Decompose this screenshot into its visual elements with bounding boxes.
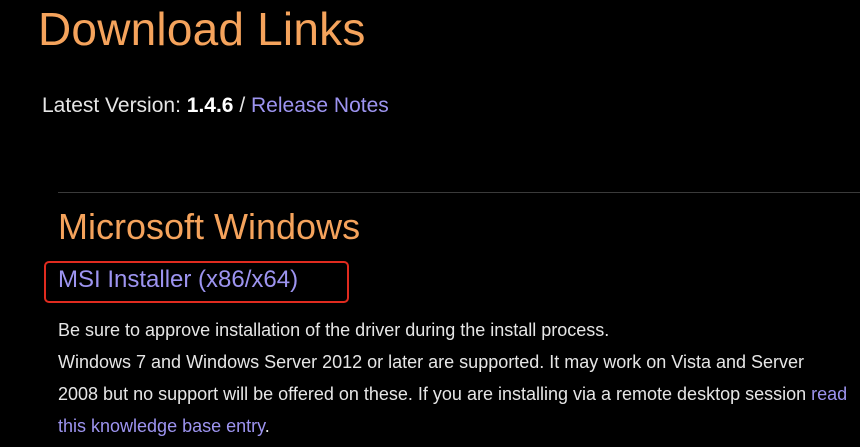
driver-approval-note: Be sure to approve installation of the d…	[58, 320, 610, 340]
windows-section-title: Microsoft Windows	[58, 206, 361, 247]
version-separator: /	[239, 94, 246, 117]
version-number: 1.4.6	[186, 94, 234, 117]
msi-installer-link[interactable]: MSI Installer (x86/x64)	[58, 266, 298, 294]
compatibility-text: Windows 7 and Windows Server 2012 or lat…	[58, 352, 812, 404]
section-divider	[58, 192, 860, 193]
version-label: Latest Version:	[42, 94, 181, 117]
page-title: Download Links	[38, 3, 366, 55]
compatibility-end: .	[264, 416, 270, 436]
windows-description: Be sure to approve installation of the d…	[58, 314, 848, 442]
release-notes-link[interactable]: Release Notes	[251, 94, 389, 117]
compatibility-note: Windows 7 and Windows Server 2012 or lat…	[58, 346, 848, 442]
latest-version-line: Latest Version: 1.4.6 / Release Notes	[42, 94, 389, 118]
